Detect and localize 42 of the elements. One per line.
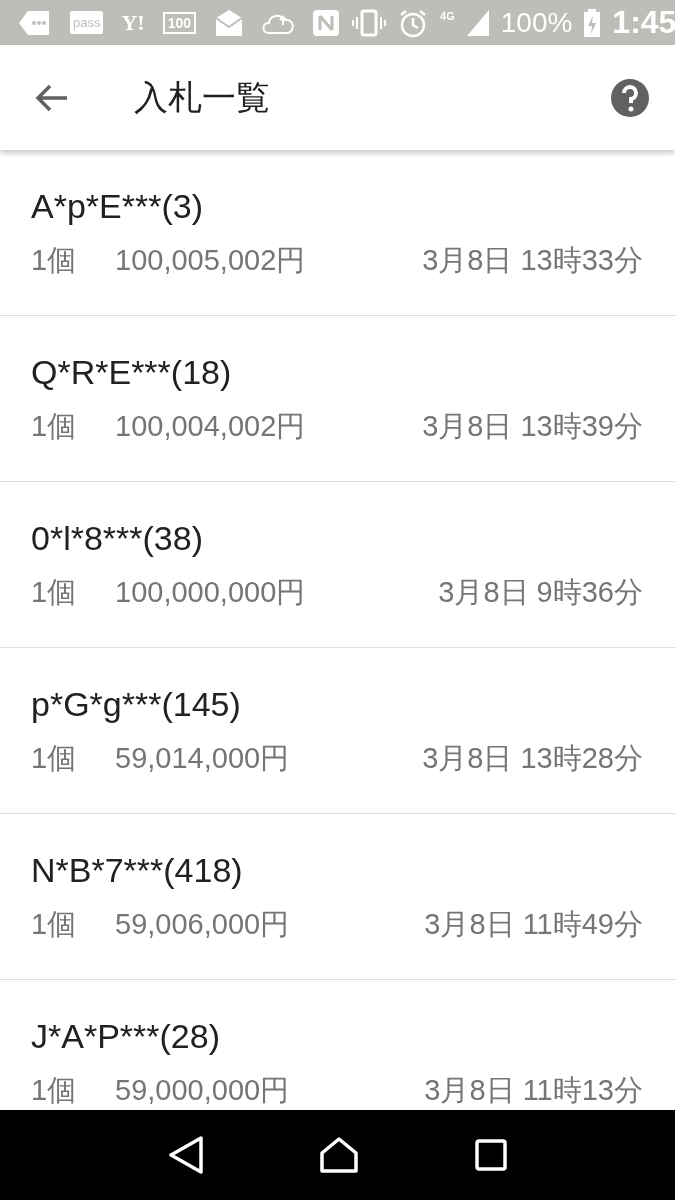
charging-battery-icon [584, 8, 601, 37]
recent-apps-icon[interactable] [475, 1139, 508, 1171]
network-type: 4G [440, 10, 455, 22]
chat-tag-icon [18, 9, 52, 36]
bidder-name: 0*l*8***(38) [31, 518, 204, 558]
bidder-name: J*A*P***(28) [31, 1016, 221, 1056]
bid-price: 59,006,000円 [115, 907, 291, 942]
help-icon[interactable] [611, 78, 649, 117]
bid-quantity: 1個 [31, 907, 78, 942]
bid-quantity: 1個 [31, 1073, 78, 1108]
bid-price: 100,004,002円 [115, 409, 307, 444]
bid-quantity: 1個 [31, 409, 78, 444]
bidder-name: Q*R*E***(18) [31, 352, 233, 392]
bid-time: 3月8日 9時36分 [438, 575, 643, 610]
bidder-name: N*B*7***(418) [31, 850, 244, 890]
bid-time: 3月8日 11時13分 [424, 1073, 643, 1108]
counter-app-icon: 100 [162, 11, 197, 34]
bid-quantity: 1個 [31, 575, 78, 610]
bid-time: 3月8日 13時39分 [422, 409, 643, 444]
vibrate-icon [352, 8, 387, 37]
signal-icon [466, 9, 489, 36]
page-title: 入札一覧 [134, 76, 271, 118]
back-icon[interactable] [167, 1136, 204, 1174]
bid-price: 59,000,000円 [115, 1073, 291, 1108]
envelope-icon [214, 7, 245, 38]
home-icon[interactable] [319, 1137, 360, 1173]
bidder-name: A*p*E***(3) [31, 186, 204, 226]
battery-percentage: 100% [500, 6, 573, 39]
bid-price: 59,014,000円 [115, 741, 291, 776]
pass-app-icon: pass [70, 11, 104, 34]
yahoo-app-icon: Y! [121, 9, 145, 36]
nfc-icon [312, 8, 341, 37]
clock-time: 1:45 [612, 4, 675, 41]
bid-time: 3月8日 11時49分 [424, 907, 643, 942]
bid-time: 3月8日 13時28分 [422, 741, 643, 776]
bid-price: 100,005,002円 [115, 243, 307, 278]
bid-quantity: 1個 [31, 741, 78, 776]
bid-time: 3月8日 13時33分 [422, 243, 643, 278]
bid-quantity: 1個 [31, 243, 78, 278]
bidder-name: p*G*g***(145) [31, 684, 242, 724]
back-arrow-icon[interactable] [34, 82, 68, 113]
bid-price: 100,000,000円 [115, 575, 307, 610]
